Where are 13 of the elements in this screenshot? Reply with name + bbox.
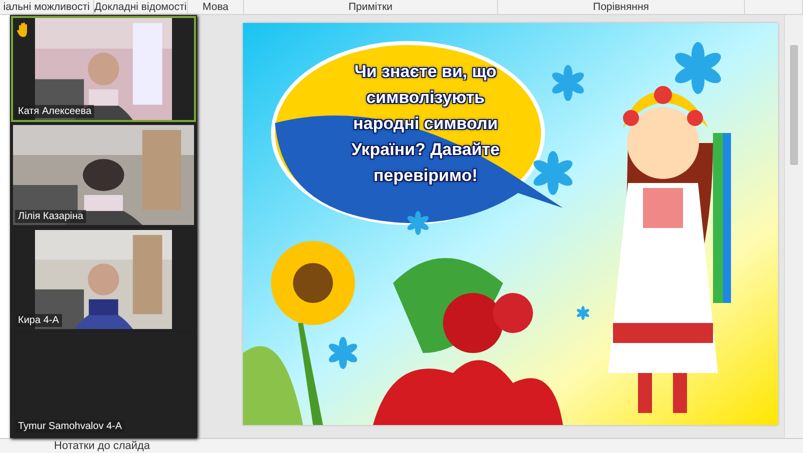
video-tile[interactable]: Катя Алексеева (11, 16, 196, 122)
video-tile[interactable]: Лілія Казаріна (11, 123, 196, 227)
participant-name: Катя Алексеева (15, 105, 94, 118)
ribbon-group-label[interactable]: Докладні відомості (94, 1, 187, 13)
ribbon-group-label[interactable]: іальні можливості (3, 1, 90, 13)
ribbon-group-label[interactable]: Порівняння (593, 1, 649, 13)
scrollbar[interactable] (784, 15, 803, 438)
participant-name: Кира 4-А (15, 314, 62, 327)
ribbon-group-label[interactable]: Мова (202, 1, 228, 13)
participant-name: Лілія Казаріна (15, 210, 86, 223)
participant-name: Tymur Samohvalov 4-A (15, 420, 125, 433)
ribbon-group-label[interactable]: Примітки (348, 1, 393, 13)
notes-label[interactable]: Нотатки до слайда (54, 440, 150, 452)
